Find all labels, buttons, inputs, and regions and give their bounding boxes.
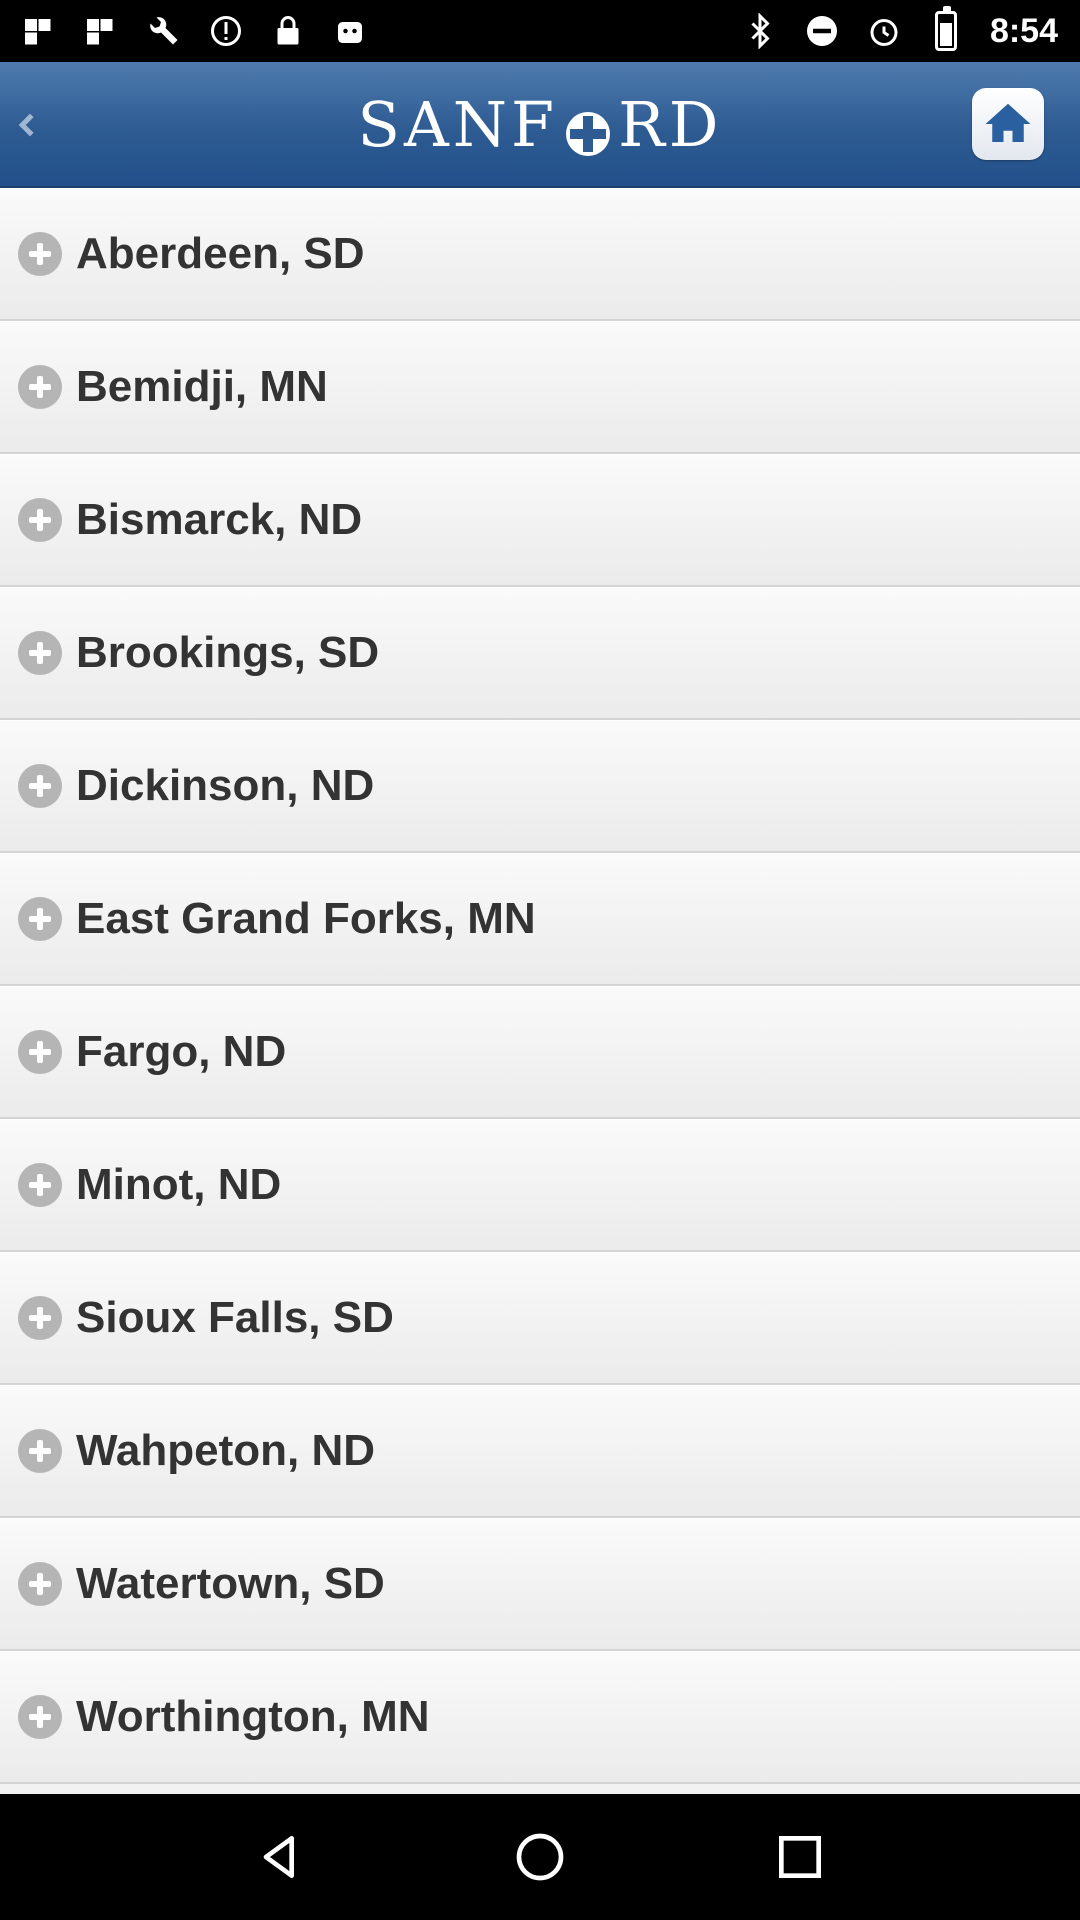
image-icon — [22, 13, 58, 49]
bluetooth-icon — [742, 13, 778, 49]
location-label: Minot, ND — [76, 1160, 282, 1209]
location-label: Wahpeton, ND — [76, 1426, 375, 1475]
list-item[interactable]: Wahpeton, ND — [0, 1385, 1080, 1518]
square-recents-icon — [779, 1836, 821, 1878]
expand-plus-icon — [18, 498, 62, 542]
expand-plus-icon — [18, 365, 62, 409]
expand-plus-icon — [18, 232, 62, 276]
home-nav-button[interactable] — [508, 1825, 572, 1889]
logo-cross-icon — [564, 100, 612, 156]
recents-nav-button[interactable] — [768, 1825, 832, 1889]
alarm-icon — [866, 13, 902, 49]
expand-plus-icon — [18, 1296, 62, 1340]
list-item[interactable]: Brookings, SD — [0, 587, 1080, 720]
expand-plus-icon — [18, 631, 62, 675]
expand-plus-icon — [18, 1429, 62, 1473]
battery-icon — [928, 6, 964, 51]
expand-plus-icon — [18, 1163, 62, 1207]
navigation-bar — [0, 1794, 1080, 1920]
location-label: Fargo, ND — [76, 1027, 287, 1076]
expand-plus-icon — [18, 1695, 62, 1739]
circle-home-icon — [516, 1833, 564, 1881]
home-icon — [985, 103, 1031, 142]
location-label: Brookings, SD — [76, 628, 380, 677]
location-label: Aberdeen, SD — [76, 229, 365, 278]
list-item[interactable]: Aberdeen, SD — [0, 188, 1080, 321]
do-not-disturb-icon — [804, 13, 840, 49]
app-header: SANF RD — [0, 62, 1080, 188]
back-nav-button[interactable] — [248, 1825, 312, 1889]
home-button[interactable] — [972, 88, 1044, 160]
location-label: Watertown, SD — [76, 1559, 385, 1608]
location-label: Sioux Falls, SD — [76, 1293, 394, 1342]
sanford-logo: SANF RD — [358, 88, 723, 161]
expand-plus-icon — [18, 1562, 62, 1606]
list-item[interactable]: Bismarck, ND — [0, 454, 1080, 587]
list-item[interactable]: Watertown, SD — [0, 1518, 1080, 1651]
expand-plus-icon — [18, 764, 62, 808]
expand-plus-icon — [18, 897, 62, 941]
list-item[interactable]: Worthington, MN — [0, 1651, 1080, 1784]
status-bar: 8:54 — [0, 0, 1080, 62]
image-icon — [84, 13, 120, 49]
android-icon — [332, 13, 368, 49]
list-item[interactable]: East Grand Forks, MN — [0, 853, 1080, 986]
lock-icon — [270, 13, 306, 49]
chevron-left-icon — [18, 113, 42, 137]
triangle-back-icon — [263, 1836, 294, 1878]
logo-text-left: SANF — [357, 87, 559, 161]
status-time: 8:54 — [989, 11, 1058, 50]
list-item[interactable]: Sioux Falls, SD — [0, 1252, 1080, 1385]
location-label: Bemidji, MN — [76, 362, 328, 411]
alert-circle-icon — [208, 13, 244, 49]
wrench-icon — [146, 13, 182, 49]
expand-plus-icon — [18, 1030, 62, 1074]
list-item[interactable]: Dickinson, ND — [0, 720, 1080, 853]
list-item[interactable]: Minot, ND — [0, 1119, 1080, 1252]
location-label: Bismarck, ND — [76, 495, 363, 544]
list-item[interactable]: Fargo, ND — [0, 986, 1080, 1119]
back-button[interactable] — [0, 62, 60, 188]
logo-text-right: RD — [618, 87, 723, 161]
list-item[interactable]: Bemidji, MN — [0, 321, 1080, 454]
location-label: Worthington, MN — [76, 1692, 430, 1741]
location-label: Dickinson, ND — [76, 761, 375, 810]
location-label: East Grand Forks, MN — [76, 894, 536, 943]
location-list: Aberdeen, SD Bemidji, MN Bismarck, ND Brook… — [0, 188, 1080, 1794]
